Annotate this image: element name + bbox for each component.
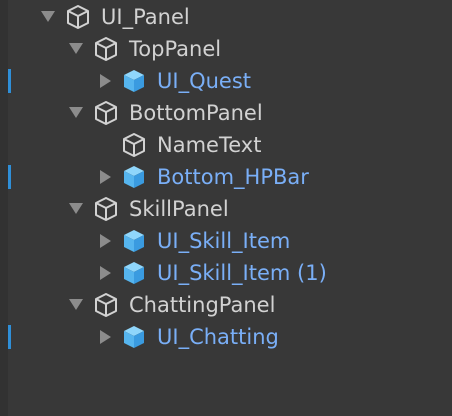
hierarchy-row-skill-panel[interactable]: SkillPanel [0, 193, 452, 225]
hierarchy-item-label: UI_Skill_Item (1) [157, 261, 327, 285]
override-marker [8, 165, 11, 189]
override-marker [8, 325, 11, 349]
hierarchy-item-label: UI_Chatting [157, 325, 279, 349]
hierarchy-item-label: Bottom_HPBar [157, 165, 309, 189]
expand-arrow-right-icon[interactable] [100, 330, 111, 344]
expand-arrow-right-icon[interactable] [100, 74, 111, 88]
hierarchy-row-ui-quest[interactable]: UI_Quest [0, 65, 452, 97]
hierarchy-item-label: SkillPanel [129, 197, 229, 221]
expand-arrow-down-icon[interactable] [69, 203, 83, 214]
expand-arrow-right-icon[interactable] [100, 170, 111, 184]
cube-outline-icon [95, 293, 117, 317]
prefab-cube-icon [124, 326, 144, 348]
hierarchy-row-bottom-hpbar[interactable]: Bottom_HPBar [0, 161, 452, 193]
hierarchy-row-top-panel[interactable]: TopPanel [0, 33, 452, 65]
hierarchy-item-label: NameText [157, 133, 262, 157]
cube-outline-icon [95, 197, 117, 221]
hierarchy-item-label: UI_Quest [157, 69, 251, 93]
expand-arrow-down-icon[interactable] [69, 107, 83, 118]
cube-outline-icon [95, 37, 117, 61]
hierarchy-item-label: ChattingPanel [129, 293, 276, 317]
cube-outline-icon [95, 101, 117, 125]
expand-arrow-down-icon[interactable] [69, 299, 83, 310]
prefab-cube-icon [124, 70, 144, 92]
hierarchy-row-chatting-panel[interactable]: ChattingPanel [0, 289, 452, 321]
hierarchy-row-ui-panel[interactable]: UI_Panel [0, 1, 452, 33]
expand-arrow-right-icon[interactable] [100, 266, 111, 280]
prefab-cube-icon [124, 230, 144, 252]
prefab-cube-icon [124, 262, 144, 284]
hierarchy-row-ui-chatting[interactable]: UI_Chatting [0, 321, 452, 353]
hierarchy-row-ui-skill-item-1[interactable]: UI_Skill_Item (1) [0, 257, 452, 289]
hierarchy-item-label: BottomPanel [129, 101, 263, 125]
hierarchy-panel: UI_Panel TopPanel UI_Quest BottomPanel N… [0, 0, 452, 416]
hierarchy-row-name-text[interactable]: NameText [0, 129, 452, 161]
hierarchy-row-ui-skill-item[interactable]: UI_Skill_Item [0, 225, 452, 257]
expand-arrow-down-icon[interactable] [69, 43, 83, 54]
hierarchy-row-bottom-panel[interactable]: BottomPanel [0, 97, 452, 129]
cube-outline-icon [123, 133, 145, 157]
override-marker [8, 69, 11, 93]
expand-arrow-down-icon[interactable] [41, 11, 55, 22]
hierarchy-item-label: TopPanel [129, 37, 222, 61]
prefab-cube-icon [124, 166, 144, 188]
hierarchy-item-label: UI_Panel [101, 5, 190, 29]
cube-outline-icon [67, 5, 89, 29]
expand-arrow-right-icon[interactable] [100, 234, 111, 248]
hierarchy-item-label: UI_Skill_Item [157, 229, 291, 253]
